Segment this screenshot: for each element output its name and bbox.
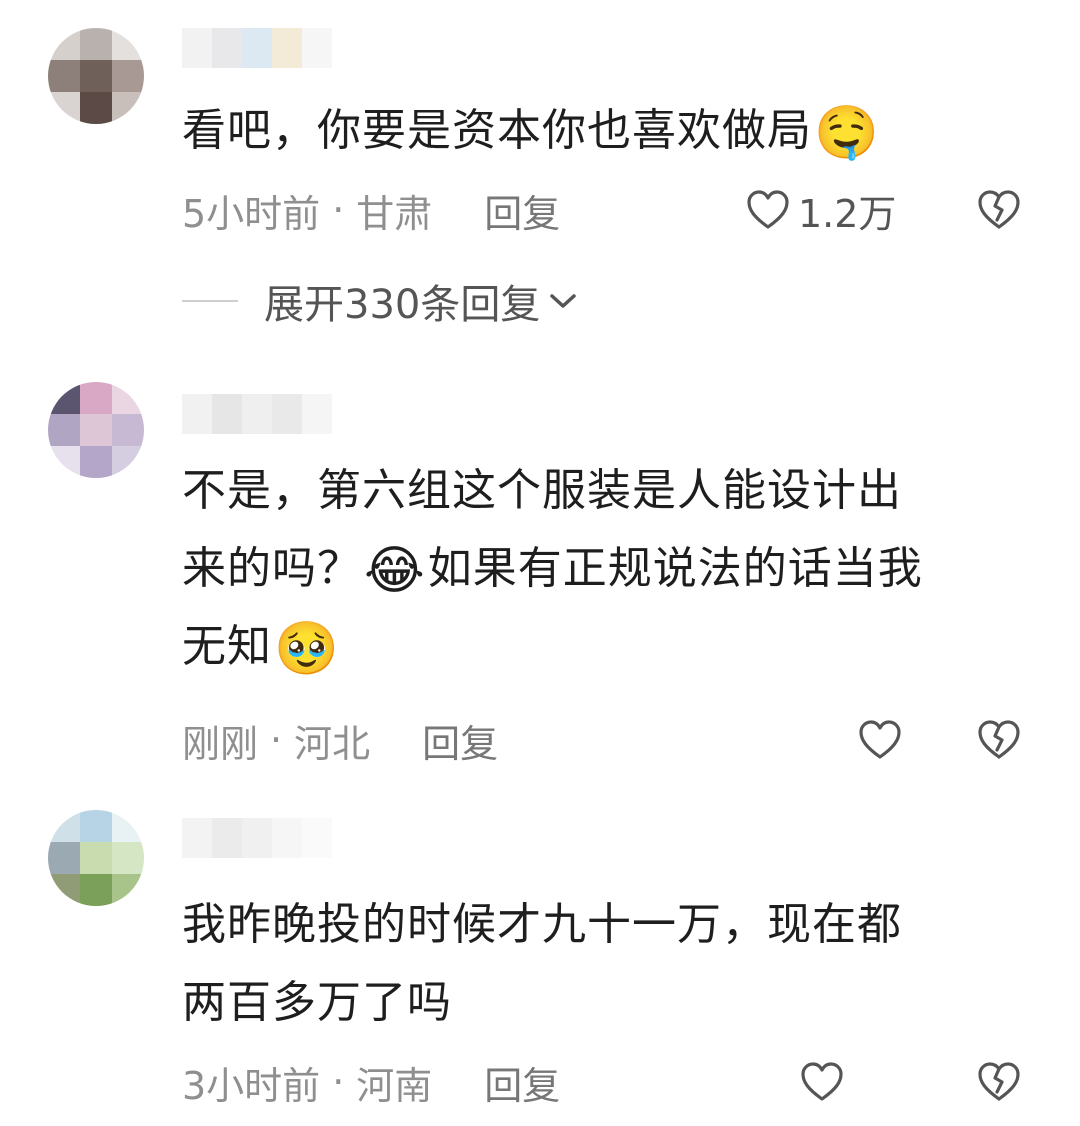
username-blurred[interactable] xyxy=(182,394,332,434)
avatar[interactable] xyxy=(48,28,144,124)
like-count: 1.2万 xyxy=(798,191,897,236)
comment-location: 河南 xyxy=(356,1063,433,1108)
username-blurred[interactable] xyxy=(182,28,332,68)
avatar[interactable] xyxy=(48,382,144,478)
dislike-button[interactable] xyxy=(976,1052,1022,1112)
heart-icon xyxy=(801,1062,843,1101)
separator-dot: · xyxy=(332,1060,345,1104)
heart-icon xyxy=(747,190,789,229)
dislike-button[interactable] xyxy=(976,710,1022,770)
comment-time: 3小时前 xyxy=(182,1063,321,1108)
comment-location: 河北 xyxy=(294,721,371,766)
avatar[interactable] xyxy=(48,810,144,906)
comment-time: 5小时前 xyxy=(182,191,321,236)
comment-list: 看吧，你要是资本你也喜欢做局🤤 5小时前 · 甘肃 回复 1.2万 展开330条… xyxy=(0,0,1080,1126)
expand-label: 展开330条回复 xyxy=(264,282,541,328)
comment-line: 我昨晚投的时候才九十一万，现在都 xyxy=(182,899,902,950)
drooling-emoji: 🤤 xyxy=(814,103,880,163)
comment-line: 两百多万了吗 xyxy=(182,977,452,1028)
reply-button[interactable]: 回复 xyxy=(484,1055,560,1110)
dislike-button[interactable] xyxy=(976,180,1022,240)
username-blurred[interactable] xyxy=(182,818,332,858)
comment-meta: 3小时前 · 河南 回复 xyxy=(182,1052,560,1112)
expand-replies-button[interactable]: 展开330条回复 xyxy=(182,274,578,328)
comment-meta: 刚刚 · 河北 回复 xyxy=(182,710,498,770)
reply-button[interactable]: 回复 xyxy=(484,183,560,238)
comment-text: 我昨晚投的时候才九十一万，现在都 两百多万了吗 xyxy=(182,886,1032,1042)
comment-text: 看吧，你要是资本你也喜欢做局🤤 xyxy=(182,103,880,163)
heart-icon xyxy=(859,720,901,759)
broken-heart-icon xyxy=(978,720,1020,759)
broken-heart-icon xyxy=(978,1062,1020,1101)
like-button[interactable]: 1.2万 xyxy=(746,180,896,240)
comment-location: 甘肃 xyxy=(356,191,433,236)
comment-meta: 5小时前 · 甘肃 回复 xyxy=(182,180,560,240)
like-button[interactable] xyxy=(858,710,902,770)
broken-heart-icon xyxy=(978,190,1020,229)
like-button[interactable] xyxy=(800,1052,844,1112)
comment-text: 不是，第六组这个服装是人能设计出 来的吗？😂如果有正规说法的话当我 无知🥹 xyxy=(182,452,1032,686)
comment-time: 刚刚 xyxy=(182,721,259,766)
comment-line: 不是，第六组这个服装是人能设计出 xyxy=(182,465,902,516)
comment-line: 无知🥹 xyxy=(182,619,340,679)
separator-dot: · xyxy=(270,718,283,762)
reply-button[interactable]: 回复 xyxy=(422,713,498,768)
comment-line: 来的吗？😂如果有正规说法的话当我 xyxy=(182,541,923,601)
divider-line xyxy=(182,300,238,302)
chevron-down-icon xyxy=(550,294,577,308)
laughing-crying-emoji: 😂 xyxy=(364,541,426,601)
teary-emoji: 🥹 xyxy=(274,619,340,679)
separator-dot: · xyxy=(332,188,345,232)
